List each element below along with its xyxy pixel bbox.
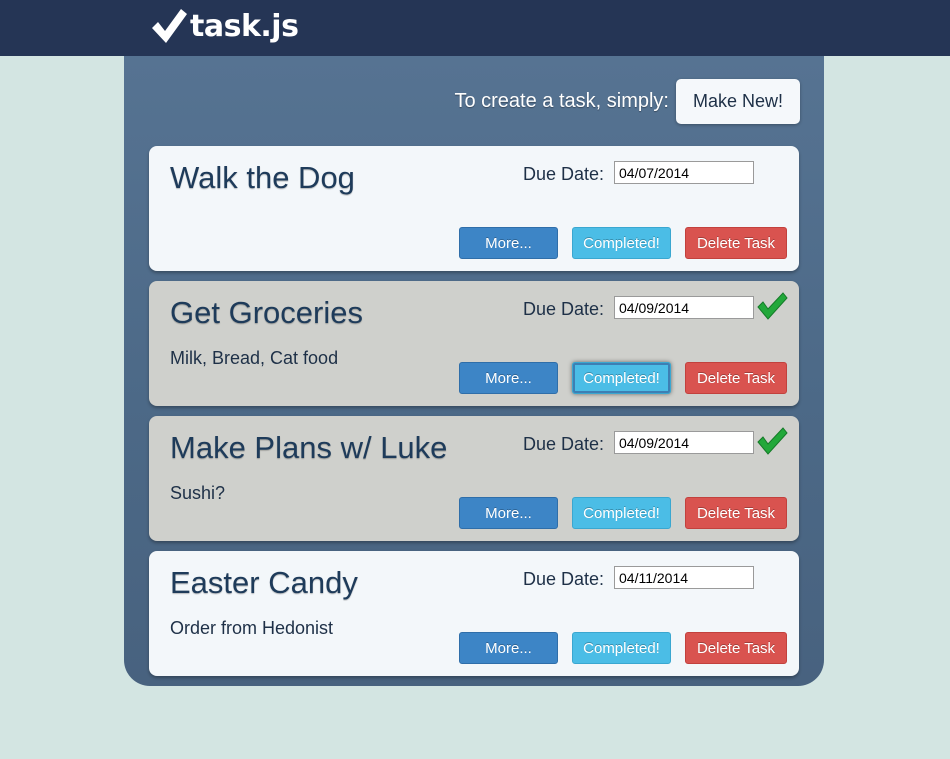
due-date-input[interactable] [614,566,754,589]
more-button[interactable]: More... [459,362,558,394]
completed-button[interactable]: Completed! [572,227,671,259]
create-task-row: To create a task, simply: Make New! [454,79,800,124]
task-card-completed: Get Groceries Milk, Bread, Cat food Due … [149,281,799,406]
make-new-button[interactable]: Make New! [676,79,800,124]
task-title: Get Groceries [170,295,363,330]
more-button[interactable]: More... [459,632,558,664]
task-card-completed: Make Plans w/ Luke Sushi? Due Date: More… [149,416,799,541]
task-title: Easter Candy [170,565,358,600]
logo-text: task.js [190,8,299,44]
completed-button[interactable]: Completed! [572,497,671,529]
task-description: Sushi? [170,483,226,503]
due-date-label: Due Date: [523,299,605,319]
task-card: Walk the Dog Due Date: More... Completed… [149,146,799,271]
task-title: Walk the Dog [170,160,355,195]
more-button[interactable]: More... [459,497,558,529]
due-date-label: Due Date: [523,164,605,184]
task-description: Order from Hedonist [170,618,334,638]
task-description: Milk, Bread, Cat food [170,348,339,368]
completed-check-icon [757,427,788,455]
logo[interactable]: task.js [148,4,299,48]
task-title: Make Plans w/ Luke [170,430,448,465]
due-date-input[interactable] [614,296,754,319]
completed-button[interactable]: Completed! [572,362,671,394]
top-bar: task.js [0,0,950,56]
checkmark-logo-icon [152,9,187,43]
due-date-input[interactable] [614,431,754,454]
completed-check-icon [757,292,788,320]
delete-task-button[interactable]: Delete Task [685,632,787,664]
delete-task-button[interactable]: Delete Task [685,362,787,394]
create-task-label: To create a task, simply: [454,90,669,112]
due-date-input[interactable] [614,161,754,184]
task-panel: To create a task, simply: Make New! Walk… [124,56,824,686]
task-card: Easter Candy Order from Hedonist Due Dat… [149,551,799,676]
more-button[interactable]: More... [459,227,558,259]
due-date-label: Due Date: [523,434,605,454]
due-date-label: Due Date: [523,569,605,589]
delete-task-button[interactable]: Delete Task [685,497,787,529]
delete-task-button[interactable]: Delete Task [685,227,787,259]
completed-button[interactable]: Completed! [572,632,671,664]
